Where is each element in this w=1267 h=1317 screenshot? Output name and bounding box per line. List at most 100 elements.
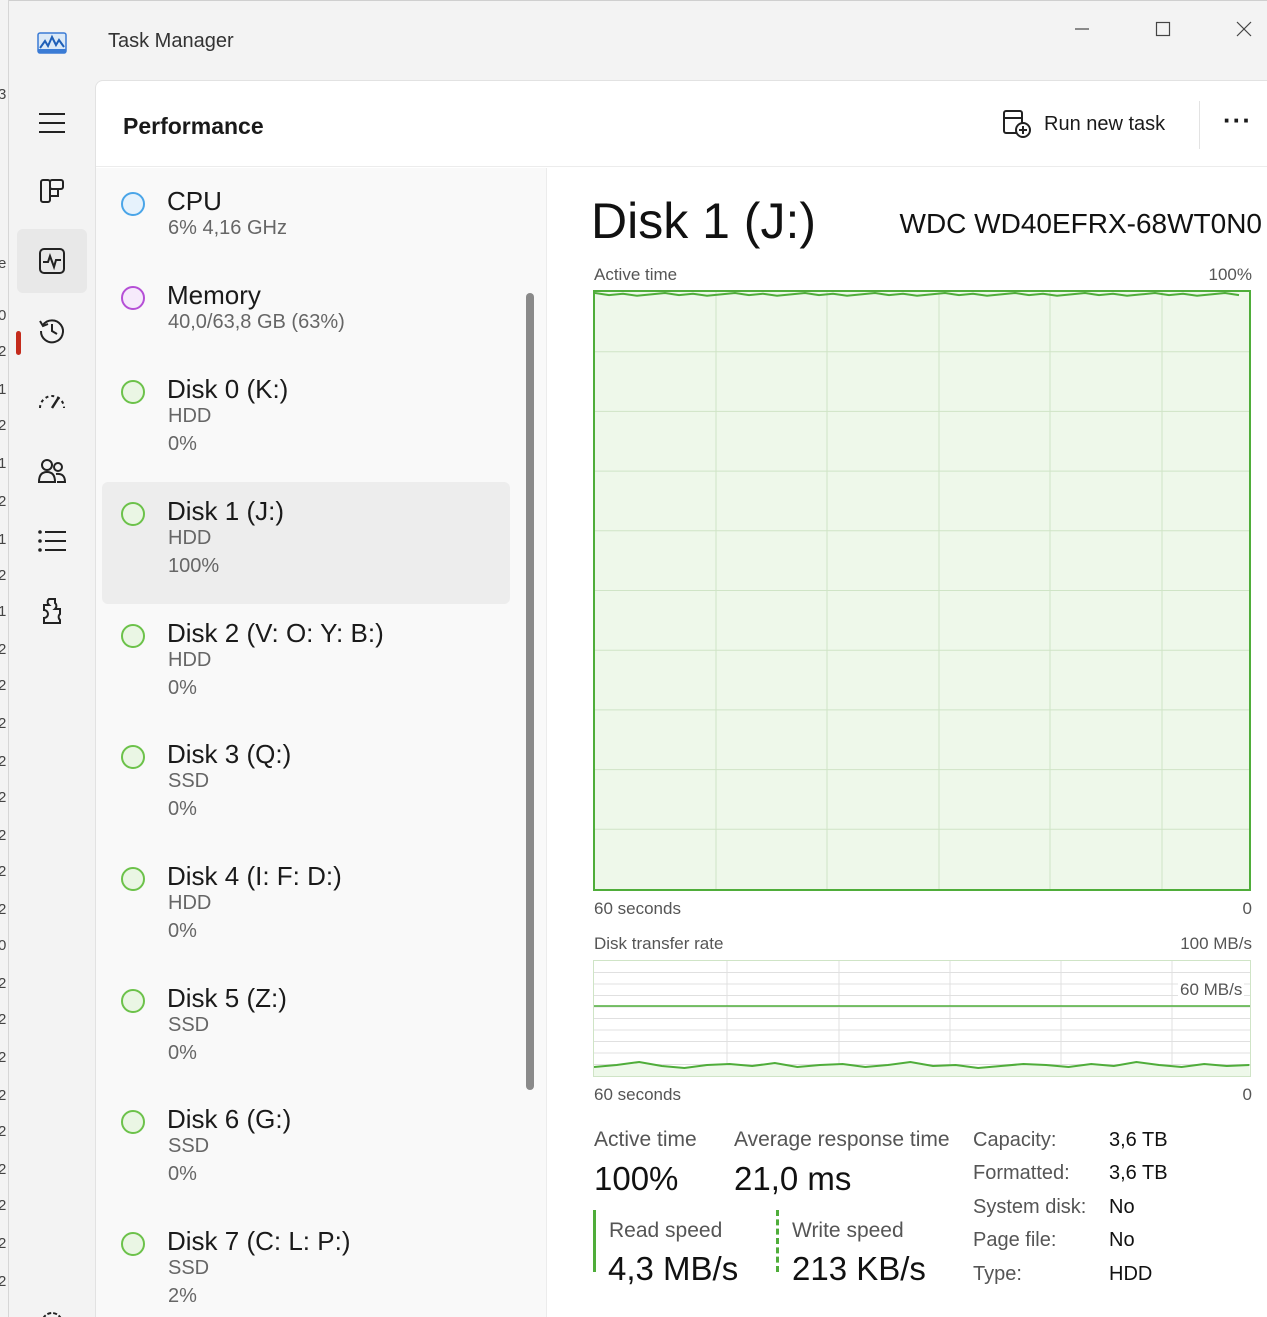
device-name: Disk 4 (I: F: D:) (167, 861, 342, 891)
device-item[interactable]: Disk 5 (Z:) SSD 0% (102, 969, 510, 1091)
device-detail-line: HDD (168, 527, 212, 549)
minimize-button[interactable] (1062, 11, 1102, 47)
device-status-dot (121, 1232, 145, 1256)
write-speed-label: Write speed (792, 1219, 904, 1242)
device-status-dot (121, 867, 145, 891)
disk-detail-panel: Disk 1 (J:) WDC WD40EFRX-68WT0N0 Active … (547, 168, 1267, 1317)
active-time-value: 100% (594, 1160, 679, 1197)
window-title: Task Manager (108, 30, 234, 52)
active-time-graph-x-left: 60 seconds (594, 899, 681, 918)
minimize-icon (1075, 28, 1089, 30)
startup-apps-icon (39, 395, 65, 409)
device-name: Disk 1 (J:) (167, 496, 284, 526)
device-detail-line: SSD (168, 770, 210, 792)
disk-model: WDC WD40EFRX-68WT0N0 (899, 208, 1262, 239)
device-item[interactable]: Disk 0 (K:) HDD 0% (102, 360, 510, 482)
device-item[interactable]: Disk 1 (J:) HDD 100% (102, 482, 510, 604)
title-bar[interactable]: Task Manager (9, 1, 1267, 79)
prop-type-label: Type: (973, 1263, 1022, 1285)
device-usage: 2% (168, 1285, 197, 1307)
write-speed-value: 213 KB/s (792, 1250, 926, 1287)
details-icon (38, 530, 66, 552)
device-detail-line: SSD (168, 1257, 210, 1279)
maximize-button[interactable] (1143, 11, 1183, 47)
app-history-icon (39, 319, 64, 344)
prop-system-disk-label: System disk: (973, 1196, 1087, 1218)
transfer-rate-graph (593, 960, 1251, 1077)
services-icon (43, 598, 61, 624)
prop-page-file-label: Page file: (973, 1229, 1057, 1251)
device-item[interactable]: Disk 4 (I: F: D:) HDD 0% (102, 847, 510, 969)
device-item[interactable]: Disk 6 (G:) SSD 0% (102, 1090, 510, 1212)
users-icon (37, 459, 67, 483)
run-new-task-button[interactable]: Run new task (1002, 107, 1165, 141)
device-item[interactable]: Disk 2 (V: O: Y: B:) HDD 0% (102, 604, 510, 726)
device-name: Disk 0 (K:) (167, 374, 289, 404)
nav-details[interactable] (17, 509, 87, 573)
close-button[interactable] (1224, 11, 1264, 47)
active-time-graph-max: 100% (1208, 265, 1252, 284)
page-header: Performance Run new task ··· (96, 81, 1267, 167)
device-status-dot (121, 745, 145, 769)
active-time-graph-svg (595, 292, 1249, 889)
nav-services[interactable] (17, 579, 87, 643)
device-status-dot (121, 380, 145, 404)
device-item[interactable]: Disk 3 (Q:) SSD 0% (102, 725, 510, 847)
transfer-rate-graph-x-left: 60 seconds (594, 1085, 681, 1104)
nav-startup-apps[interactable] (17, 369, 87, 433)
transfer-rate-graph-svg (594, 961, 1250, 1076)
prop-formatted-value: 3,6 TB (1109, 1162, 1168, 1184)
device-name: Disk 6 (G:) (167, 1104, 292, 1134)
device-detail-line: SSD (168, 1014, 210, 1036)
performance-icon (39, 248, 65, 274)
active-time-graph (593, 290, 1251, 891)
nav-settings[interactable] (17, 1291, 87, 1317)
device-item[interactable]: Disk 7 (C: L: P:) SSD 2% (102, 1212, 510, 1317)
processes-icon (40, 179, 64, 203)
transfer-rate-graph-x-right: 0 (1242, 1085, 1252, 1104)
hamburger-icon (39, 113, 65, 133)
device-status-dot (121, 624, 145, 648)
avg-response-time-value: 21,0 ms (734, 1160, 852, 1197)
avg-response-time-label: Average response time (734, 1128, 950, 1151)
disk-title: Disk 1 (J:) (591, 193, 816, 249)
prop-type-value: HDD (1109, 1263, 1153, 1285)
prop-page-file-value: No (1109, 1229, 1135, 1251)
device-usage: 0% (168, 677, 197, 699)
content-panel: Performance Run new task ··· CPU 6% 4,16 … (95, 80, 1267, 1317)
device-name: Disk 2 (V: O: Y: B:) (167, 618, 384, 648)
nav-performance[interactable] (17, 229, 87, 293)
device-detail-line: HDD (168, 405, 212, 427)
run-new-task-label: Run new task (1044, 112, 1166, 135)
background-window-strip: 3 e 0 2 1 2 1 2 1 2 1 2 2 2 2 2 2 2 2 0 … (0, 0, 9, 1317)
device-usage: 100% (168, 555, 220, 577)
device-detail-line: 6% 4,16 GHz (168, 217, 287, 239)
device-usage: 0% (168, 798, 197, 820)
nav-processes[interactable] (17, 159, 87, 223)
page-title: Performance (123, 113, 264, 139)
prop-capacity-label: Capacity: (973, 1129, 1057, 1151)
transfer-rate-graph-mid: 60 MB/s (1178, 980, 1245, 1000)
active-time-label: Active time (594, 1128, 697, 1151)
device-status-dot (121, 192, 145, 216)
run-new-task-icon (1003, 110, 1031, 138)
prop-system-disk-value: No (1109, 1196, 1135, 1218)
read-speed-value: 4,3 MB/s (608, 1250, 739, 1287)
device-name: CPU (167, 186, 222, 216)
device-name: Disk 5 (Z:) (167, 983, 287, 1013)
device-detail-line: SSD (168, 1135, 210, 1157)
hamburger-menu-button[interactable] (17, 91, 87, 155)
more-options-button[interactable]: ··· (1223, 105, 1252, 136)
device-list-scrollbar[interactable] (526, 293, 534, 1090)
device-status-dot (121, 1110, 145, 1134)
device-status-dot (121, 502, 145, 526)
performance-device-list: CPU 6% 4,16 GHz Memory 40,0/63,8 GB (63%) Di… (96, 168, 546, 1317)
device-status-dot (121, 989, 145, 1013)
close-icon (1236, 21, 1252, 37)
active-time-graph-x-right: 0 (1242, 899, 1252, 918)
device-usage: 0% (168, 433, 197, 455)
read-speed-indicator (593, 1210, 596, 1272)
nav-app-history[interactable] (17, 299, 87, 363)
nav-users[interactable] (17, 439, 87, 503)
device-usage: 0% (168, 1163, 197, 1185)
